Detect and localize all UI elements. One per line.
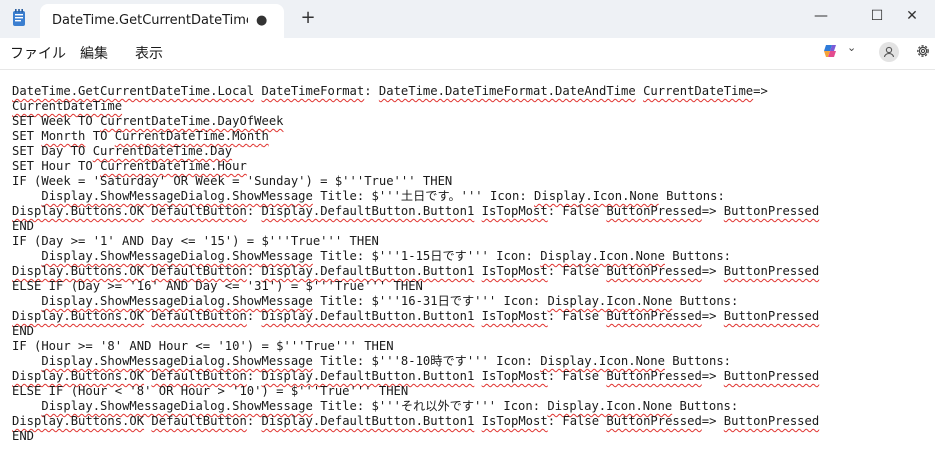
spellcheck-token: Display.DefaultButton.Button1 — [261, 309, 475, 323]
new-tab-button[interactable]: + — [298, 8, 318, 28]
spellcheck-token: Display.Icon.None — [540, 249, 665, 263]
editor-line: Display.ShowMessageDialog.ShowMessage Ti… — [41, 249, 731, 263]
editor-line: END — [12, 219, 35, 233]
editor-line: ELSE IF (Hour < '8' OR Hour > '10') = $'… — [12, 384, 409, 398]
spellcheck-token: DateTimeFormat — [261, 84, 365, 98]
spellcheck-token: IsTopMost — [481, 264, 548, 278]
spellcheck-token: DefaultButton — [151, 309, 247, 323]
editor-line: Display.Buttons.OK DefaultButton: Displa… — [12, 369, 820, 383]
spellcheck-token: Display.Icon.None — [540, 354, 665, 368]
spellcheck-token: DefaultButton — [151, 264, 247, 278]
account-avatar[interactable] — [879, 42, 899, 62]
spellcheck-token: CurrentDateTime — [643, 84, 754, 98]
spellcheck-token: ButtonPressed — [606, 414, 702, 428]
spellcheck-token: Display.ShowMessageDialog.ShowMessage — [41, 249, 313, 263]
spellcheck-token: CurrentDateTime.Month — [114, 129, 269, 143]
menu-view[interactable]: 表示 — [135, 43, 163, 63]
text-editor[interactable]: DateTime.GetCurrentDateTime.Local DateTi… — [0, 71, 935, 459]
spellcheck-token: ButtonPressed — [723, 414, 820, 428]
spellcheck-token: Display.ShowMessageDialog.ShowMessage — [41, 189, 313, 203]
spellcheck-token: Display.Buttons.OK — [12, 264, 145, 278]
spellcheck-token: DefaultButton — [151, 369, 247, 383]
spellcheck-token: CurrentDateTime.Day — [92, 144, 233, 158]
copilot-chevron-down-icon[interactable]: ⌄ — [847, 41, 856, 54]
spellcheck-token: Monrth — [41, 129, 86, 143]
spellcheck-token: CurrentDateTime.DayOfWeek — [100, 114, 284, 128]
spellcheck-token: CurrentDateTime.Hour — [100, 159, 247, 173]
spellcheck-token: Display.Icon.None — [547, 294, 673, 308]
spellcheck-token: Display.Buttons.OK — [12, 204, 145, 218]
spellcheck-token: Display.ShowMessageDialog.ShowMessage — [41, 294, 313, 308]
editor-line: ELSE IF (Day >= '16' AND Day <= '31') = … — [12, 279, 423, 293]
editor-line: IF (Hour >= '8' AND Hour <= '10') = $'''… — [12, 339, 394, 353]
editor-line: END — [12, 324, 35, 338]
editor-line: Display.Buttons.OK DefaultButton: Displa… — [12, 309, 820, 323]
spellcheck-token: Display.Buttons.OK — [12, 369, 145, 383]
editor-line: SET Monrth TO CurrentDateTime.Month — [12, 129, 269, 143]
spellcheck-token: ButtonPressed — [606, 309, 702, 323]
editor-line: Display.ShowMessageDialog.ShowMessage Ti… — [41, 189, 725, 203]
spellcheck-token: Display.DefaultButton.Button1 — [261, 369, 475, 383]
tab-title: DateTime.GetCurrentDateTime.Loca — [52, 13, 248, 28]
spellcheck-token: ButtonPressed — [723, 369, 820, 383]
spellcheck-token: Display.DefaultButton.Button1 — [261, 264, 475, 278]
settings-gear-icon[interactable] — [914, 42, 932, 60]
spellcheck-token: IsTopMost — [481, 309, 548, 323]
editor-line: Display.ShowMessageDialog.ShowMessage Ti… — [41, 294, 739, 308]
editor-line: Display.Buttons.OK DefaultButton: Displa… — [12, 204, 820, 218]
spellcheck-token: IsTopMost — [481, 204, 548, 218]
minimize-button[interactable]: — — [798, 0, 844, 32]
editor-line: Display.ShowMessageDialog.ShowMessage Ti… — [41, 399, 739, 413]
notepad-icon — [13, 9, 25, 26]
editor-line: IF (Day >= '1' AND Day <= '15') = $'''Tr… — [12, 234, 379, 248]
spellcheck-token: DateTime.DateTimeFormat.DateAndTime — [378, 84, 636, 98]
spellcheck-token: Display.Icon.None — [534, 189, 659, 203]
editor-content[interactable]: DateTime.GetCurrentDateTime.Local DateTi… — [12, 84, 819, 444]
editor-line: DateTime.GetCurrentDateTime.Local DateTi… — [12, 84, 768, 98]
spellcheck-token: DateTime.GetCurrentDateTime.Local — [12, 84, 255, 98]
copilot-icon[interactable] — [822, 42, 840, 60]
editor-line: CurrentDateTime — [12, 99, 819, 114]
spellcheck-token: ButtonPressed — [606, 264, 702, 278]
spellcheck-token: DefaultButton — [151, 414, 247, 428]
spellcheck-token: DefaultButton — [151, 204, 247, 218]
unsaved-indicator-icon[interactable]: ● — [256, 13, 267, 28]
spellcheck-token: CurrentDateTime — [12, 99, 123, 113]
editor-line: SET Week TO CurrentDateTime.DayOfWeek — [12, 114, 284, 128]
spellcheck-token: Display.Icon.None — [547, 399, 673, 413]
spellcheck-token: ButtonPressed — [723, 264, 820, 278]
editor-line: Display.Buttons.OK DefaultButton: Displa… — [12, 414, 820, 428]
spellcheck-token: Display.DefaultButton.Button1 — [261, 414, 475, 428]
editor-line: IF (Week = 'Saturday' OR Week = 'Sunday'… — [12, 174, 453, 188]
document-tab[interactable]: DateTime.GetCurrentDateTime.Loca ● — [40, 4, 284, 38]
menu-bar: ファイル 編集 表示 — [0, 38, 935, 70]
editor-line: Display.Buttons.OK DefaultButton: Displa… — [12, 264, 820, 278]
spellcheck-token: IsTopMost — [481, 414, 548, 428]
close-button[interactable]: ✕ — [889, 0, 935, 32]
menu-edit[interactable]: 編集 — [80, 43, 108, 63]
editor-line: SET Hour TO CurrentDateTime.Hour — [12, 159, 247, 173]
editor-line: END — [12, 429, 35, 443]
editor-line: Display.ShowMessageDialog.ShowMessage Ti… — [41, 354, 731, 368]
person-icon — [883, 46, 895, 58]
spellcheck-token: ButtonPressed — [606, 369, 702, 383]
spellcheck-token: Display.ShowMessageDialog.ShowMessage — [41, 354, 313, 368]
title-bar: DateTime.GetCurrentDateTime.Loca ● + — ☐… — [0, 0, 935, 38]
spellcheck-token: Display.ShowMessageDialog.ShowMessage — [41, 399, 313, 413]
menu-file[interactable]: ファイル — [10, 43, 66, 63]
spellcheck-token: IsTopMost — [481, 369, 548, 383]
spellcheck-token: Display.Buttons.OK — [12, 414, 145, 428]
spellcheck-token: Display.DefaultButton.Button1 — [261, 204, 475, 218]
spellcheck-token: Display.Buttons.OK — [12, 309, 145, 323]
editor-line: SET Day TO CurrentDateTime.Day — [12, 144, 233, 158]
spellcheck-token: ButtonPressed — [723, 309, 820, 323]
spellcheck-token: ButtonPressed — [606, 204, 702, 218]
spellcheck-token: ButtonPressed — [723, 204, 820, 218]
